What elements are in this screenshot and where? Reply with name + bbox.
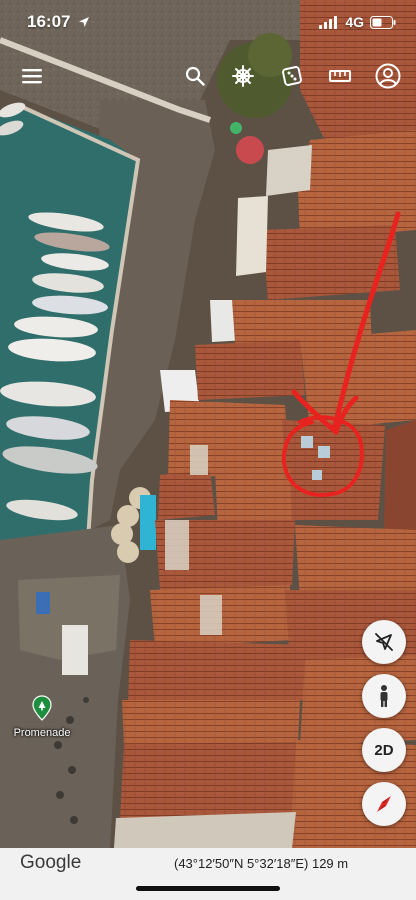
ship-wheel-icon bbox=[232, 65, 254, 87]
google-logo: Google bbox=[20, 852, 82, 873]
coordinates: (43°12′50″N 5°32′18″E) bbox=[174, 856, 309, 871]
compass-button[interactable] bbox=[362, 782, 406, 826]
search-button[interactable] bbox=[177, 56, 213, 96]
top-toolbar bbox=[0, 56, 416, 96]
compass-icon bbox=[377, 796, 391, 812]
coordinates-readout: (43°12′50″N 5°32′18″E) 129 m bbox=[174, 856, 348, 871]
status-time: 16:07 bbox=[27, 12, 71, 31]
search-icon bbox=[185, 66, 205, 86]
voyager-button[interactable] bbox=[225, 56, 261, 96]
pegman-icon bbox=[380, 685, 388, 707]
menu-icon bbox=[22, 69, 42, 84]
feeling-lucky-button[interactable] bbox=[274, 56, 310, 96]
menu-button[interactable] bbox=[14, 56, 50, 96]
ruler-icon bbox=[329, 70, 351, 82]
location-pin-icon bbox=[32, 695, 52, 721]
measure-button[interactable] bbox=[322, 56, 358, 96]
dice-icon bbox=[282, 66, 302, 86]
no-tilt-icon bbox=[375, 633, 393, 651]
home-indicator[interactable] bbox=[136, 886, 280, 891]
altitude: 129 m bbox=[311, 856, 349, 871]
street-view-button[interactable] bbox=[362, 674, 406, 718]
status-indicators: 4G bbox=[319, 14, 396, 30]
2d-toggle-label: 2D bbox=[374, 741, 394, 759]
satellite-map[interactable] bbox=[0, 0, 416, 900]
cellular-signal-icon bbox=[319, 15, 338, 29]
poi-label: Promenade bbox=[13, 727, 71, 739]
battery-icon bbox=[370, 15, 396, 29]
no-tilt-button[interactable] bbox=[362, 620, 406, 664]
account-icon bbox=[375, 63, 401, 89]
2d-toggle-button[interactable]: 2D bbox=[362, 728, 406, 772]
bottom-bar: Google (43°12′50″N 5°32′18″E) 129 m bbox=[0, 848, 416, 900]
account-button[interactable] bbox=[370, 56, 406, 96]
status-bar: 16:07 4G bbox=[0, 0, 416, 44]
network-type: 4G bbox=[345, 14, 364, 30]
location-arrow-icon bbox=[79, 17, 89, 27]
poi-promenade[interactable]: Promenade bbox=[6, 695, 78, 739]
